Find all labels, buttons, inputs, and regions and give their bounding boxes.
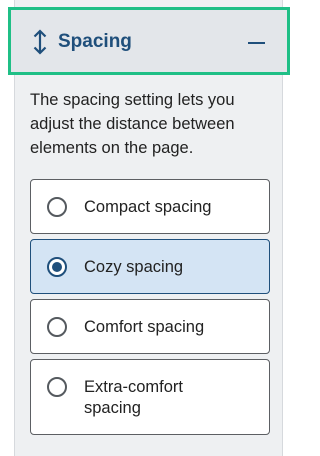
option-extra-comfort-spacing[interactable]: Extra-comfort spacing: [30, 359, 270, 435]
option-label: Extra-comfort spacing: [84, 378, 184, 417]
option-label: Comfort spacing: [84, 318, 205, 336]
minus-icon[interactable]: [248, 42, 265, 44]
radio-button[interactable]: [47, 377, 67, 397]
radio-button-selected[interactable]: [47, 257, 67, 277]
radio-button[interactable]: [47, 197, 67, 217]
spacing-description: The spacing setting lets you adjust the …: [30, 91, 235, 157]
option-cozy-spacing[interactable]: Cozy spacing: [30, 239, 270, 294]
option-comfort-spacing[interactable]: Comfort spacing: [30, 299, 270, 354]
accordion-header-spacing[interactable]: Spacing: [8, 7, 290, 75]
option-compact-spacing[interactable]: Compact spacing: [30, 179, 270, 234]
option-label: Compact spacing: [84, 198, 212, 216]
accordion-title: Spacing: [58, 31, 132, 52]
option-label: Cozy spacing: [84, 258, 184, 276]
vertical-arrows-icon: [33, 29, 47, 55]
radio-button[interactable]: [47, 317, 67, 337]
